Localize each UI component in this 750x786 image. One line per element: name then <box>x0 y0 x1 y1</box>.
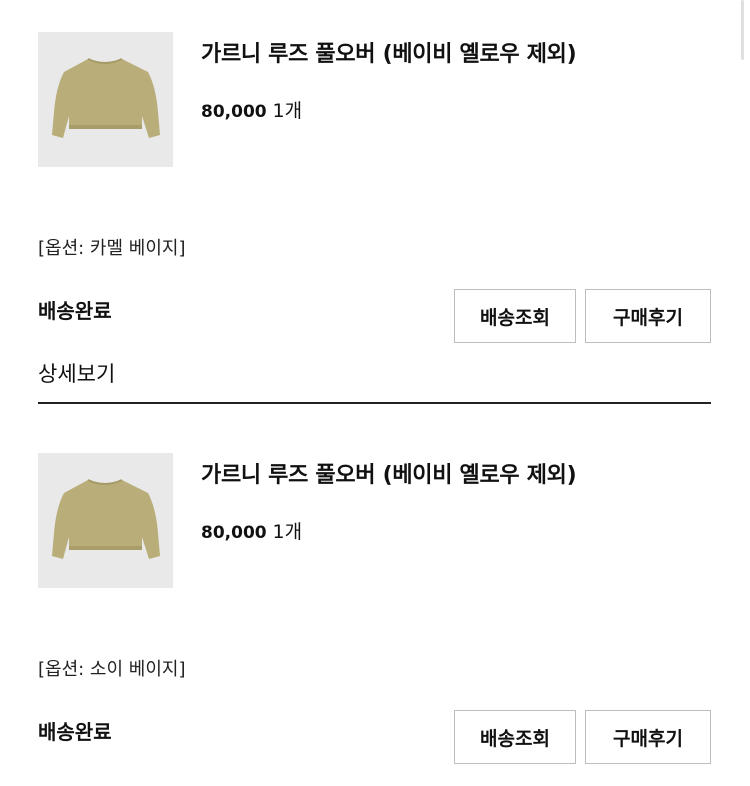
detail-link[interactable]: 상세보기 <box>38 358 115 388</box>
price: 80,000 <box>201 523 267 543</box>
quantity: 1개 <box>272 521 303 543</box>
product-option: [옵션: 소이 베이지] <box>38 659 186 680</box>
write-review-button[interactable]: 구매후기 <box>585 710 711 764</box>
price: 80,000 <box>201 102 267 122</box>
delivery-status: 배송완료 <box>38 720 112 744</box>
sweater-image <box>38 32 173 167</box>
product-option: [옵션: 카멜 베이지] <box>38 238 186 259</box>
quantity: 1개 <box>272 100 303 122</box>
product-thumbnail[interactable] <box>38 453 173 588</box>
divider <box>38 402 711 404</box>
write-review-button[interactable]: 구매후기 <box>585 289 711 343</box>
delivery-status: 배송완료 <box>38 299 112 323</box>
product-thumbnail[interactable] <box>38 32 173 167</box>
scrollbar[interactable] <box>741 0 744 60</box>
price-line: 80,000 1개 <box>201 517 302 544</box>
sweater-image <box>38 453 173 588</box>
product-name[interactable]: 가르니 루즈 풀오버 (베이비 옐로우 제외) <box>201 457 577 489</box>
track-delivery-button[interactable]: 배송조회 <box>454 710 576 764</box>
track-delivery-button[interactable]: 배송조회 <box>454 289 576 343</box>
price-line: 80,000 1개 <box>201 96 302 123</box>
product-name[interactable]: 가르니 루즈 풀오버 (베이비 옐로우 제외) <box>201 36 577 68</box>
